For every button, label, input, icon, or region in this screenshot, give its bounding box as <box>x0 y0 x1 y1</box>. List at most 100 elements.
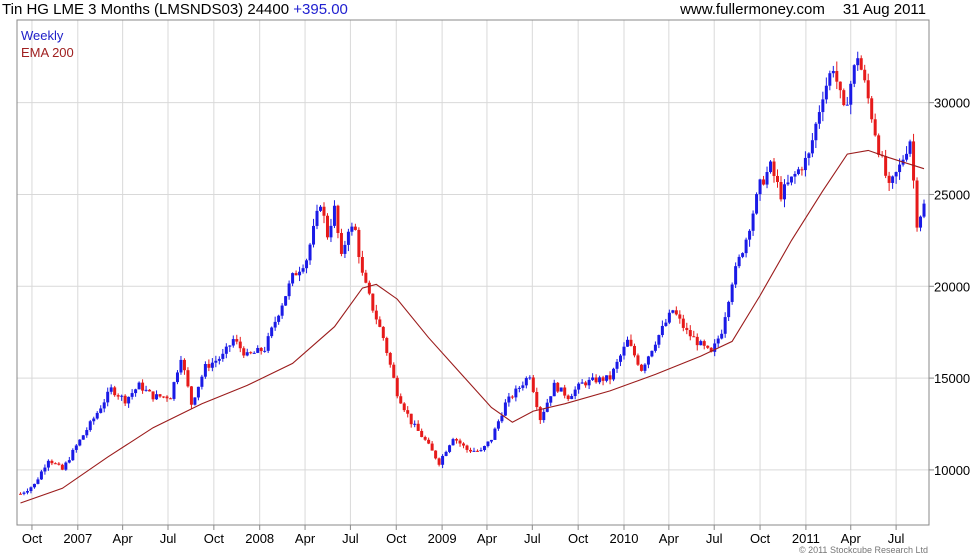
candle-body <box>221 353 225 359</box>
candle-body <box>772 161 776 176</box>
x-tick-label: Apr <box>477 531 498 546</box>
candle-body <box>249 352 253 354</box>
candle-body <box>46 460 50 468</box>
candle-body <box>521 385 525 388</box>
candle-body <box>919 216 923 228</box>
candle-body <box>294 273 298 276</box>
candle-body <box>182 359 186 371</box>
x-tick-label: Jul <box>888 531 905 546</box>
candle-body <box>601 377 605 381</box>
candle-body <box>458 440 462 444</box>
candle-body <box>343 244 347 254</box>
candle-body <box>402 403 406 411</box>
candle-body <box>765 172 769 185</box>
candle-body <box>32 483 36 488</box>
candle-body <box>214 360 218 363</box>
candle-body <box>563 387 567 396</box>
candle-body <box>552 382 556 397</box>
candle-body <box>43 467 47 472</box>
candle-body <box>594 377 598 383</box>
candle-body <box>531 377 535 392</box>
candle-body <box>172 382 176 399</box>
x-tick-label: 2009 <box>428 531 457 546</box>
x-tick-label: 2007 <box>63 531 92 546</box>
candle-body <box>699 341 703 346</box>
candle-body <box>144 389 148 391</box>
ema-200-line <box>20 149 925 504</box>
candle-body <box>584 382 588 386</box>
x-tick-label: Oct <box>568 531 589 546</box>
candle-body <box>162 396 166 398</box>
candle-body <box>650 350 654 357</box>
candle-body <box>810 140 814 154</box>
candle-body <box>472 450 476 452</box>
candle-body <box>301 268 305 272</box>
price-chart: 1000015000200002500030000 Oct 2007 Apr Jul O… <box>16 19 970 546</box>
candle-body <box>762 179 766 185</box>
candle-body <box>231 339 235 346</box>
candle-body <box>245 352 249 356</box>
candle-body <box>514 388 518 398</box>
candle-body <box>580 382 584 384</box>
candle-body <box>625 339 629 347</box>
plot-frame <box>16 19 930 526</box>
x-tick-label: Oct <box>22 531 43 546</box>
legend-weekly: Weekly <box>21 28 64 43</box>
candle-body <box>399 396 403 404</box>
candle-body <box>598 377 602 383</box>
candle-body <box>507 396 511 403</box>
x-tick-label: Apr <box>841 531 862 546</box>
candle-body <box>751 213 755 231</box>
candle-body <box>782 184 786 200</box>
candle-body <box>430 443 434 451</box>
candle-body <box>155 394 159 400</box>
candle-body <box>838 81 842 91</box>
candle-body <box>151 391 155 400</box>
candle-body <box>64 462 68 470</box>
candle-body <box>741 253 745 257</box>
candle-body <box>298 271 302 276</box>
candle-body <box>441 455 445 465</box>
candle-body <box>277 315 281 322</box>
candle-body <box>517 387 521 389</box>
candle-body <box>475 450 479 452</box>
candle-body <box>814 123 818 141</box>
candle-body <box>824 85 828 100</box>
candle-body <box>287 283 291 297</box>
candle-body <box>60 464 64 470</box>
candle-body <box>758 179 762 195</box>
x-tick-label: 2008 <box>245 531 274 546</box>
candle-body <box>570 396 574 400</box>
y-tick-label: 15000 <box>934 371 970 386</box>
x-tick-label: Oct <box>750 531 771 546</box>
candle-body <box>605 375 609 381</box>
candle-body <box>186 370 190 387</box>
candle-body <box>256 347 260 353</box>
candle-body <box>238 341 242 349</box>
candle-body <box>427 439 431 444</box>
candle-body <box>305 260 309 269</box>
candle-body <box>573 389 577 397</box>
candle-body <box>612 368 616 380</box>
candle-body <box>748 230 752 240</box>
candle-body <box>189 386 193 405</box>
candle-body <box>134 389 138 394</box>
candle-body <box>807 153 811 158</box>
candle-body <box>29 487 33 492</box>
candle-body <box>591 377 595 380</box>
candle-body <box>559 387 563 392</box>
candle-body <box>325 215 329 238</box>
candle-body <box>866 80 870 99</box>
candle-body <box>259 347 263 352</box>
candle-body <box>646 356 650 365</box>
candle-body <box>78 439 82 446</box>
candle-body <box>22 492 26 494</box>
candle-body <box>109 387 113 392</box>
candle-body <box>88 421 92 431</box>
candle-body <box>367 282 371 294</box>
candle-body <box>81 435 85 440</box>
candle-body <box>378 319 382 327</box>
candle-body <box>137 382 141 390</box>
candle-body <box>849 83 853 105</box>
candle-body <box>346 231 350 245</box>
